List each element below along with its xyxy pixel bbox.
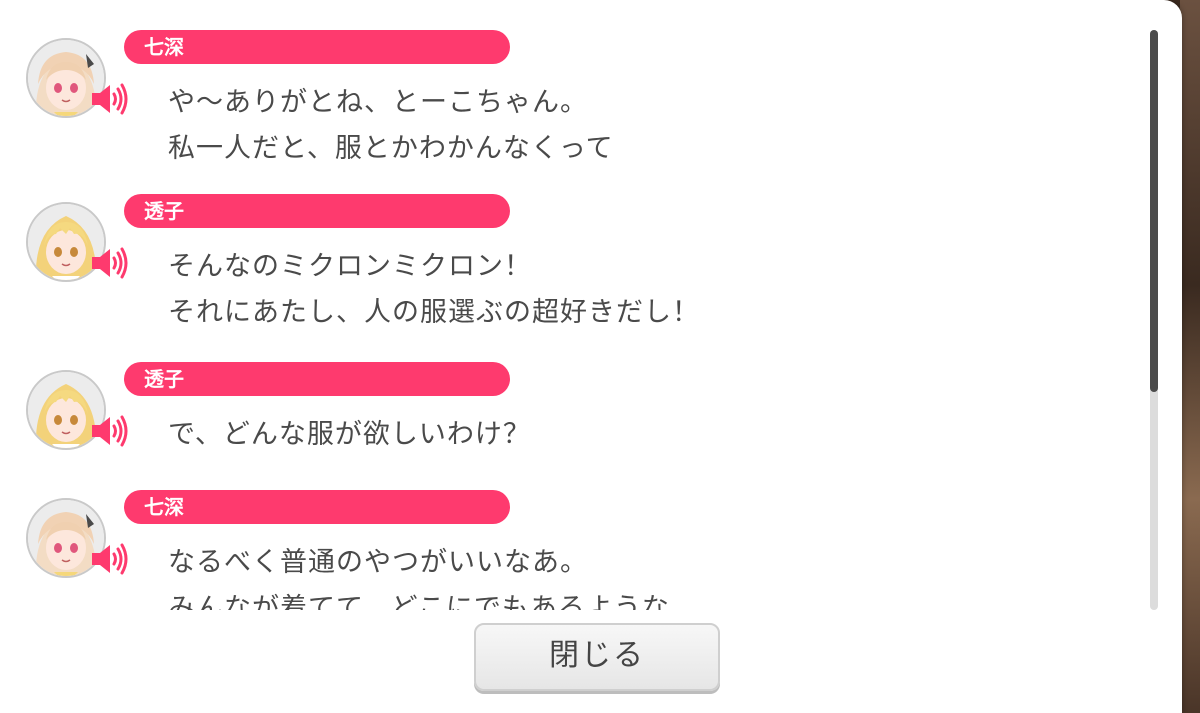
- dialogue-line: それにあたし、人の服選ぶの超好きだし！: [168, 297, 700, 328]
- scrollbar-track[interactable]: [1150, 30, 1158, 610]
- voice-play-icon[interactable]: [90, 246, 128, 280]
- dialogue-line: なるべく普通のやつがいいなあ。: [168, 547, 588, 578]
- backlog-entry: 七深 なるべく普通のやつがいいなあ。 みんなが着てて、どこにでもあるような……: [0, 490, 1140, 610]
- backlog-entry: 透子 そんなのミクロンミクロン！ それにあたし、人の服選ぶの超好きだし！: [0, 194, 1140, 354]
- speaker-name: 透子: [144, 199, 184, 223]
- backlog-panel: 七深 や〜ありがとね、とーこちゃん。 私一人だと、服とかわかんなくって 透子 そ…: [0, 0, 1182, 713]
- voice-play-icon[interactable]: [90, 414, 128, 448]
- dialogue-line: みんなが着てて、どこにでもあるような……: [168, 593, 726, 611]
- speaker-nameplate: 透子: [124, 194, 510, 228]
- close-button[interactable]: 閉じる: [474, 623, 720, 691]
- speaker-nameplate: 七深: [124, 30, 510, 64]
- speaker-name: 七深: [144, 495, 184, 519]
- dialogue-line: そんなのミクロンミクロン！: [168, 251, 532, 282]
- scrollbar-thumb[interactable]: [1150, 30, 1158, 392]
- voice-play-icon[interactable]: [90, 82, 128, 116]
- dialogue-line: 私一人だと、服とかわかんなくって: [168, 133, 614, 164]
- speaker-name: 七深: [144, 35, 184, 59]
- dialogue-line: や〜ありがとね、とーこちゃん。: [168, 87, 588, 118]
- voice-play-icon[interactable]: [90, 542, 128, 576]
- speaker-nameplate: 七深: [124, 490, 510, 524]
- backlog-entry: 七深 や〜ありがとね、とーこちゃん。 私一人だと、服とかわかんなくって: [0, 30, 1140, 190]
- speaker-nameplate: 透子: [124, 362, 510, 396]
- background-scene: [1180, 0, 1200, 713]
- speaker-name: 透子: [144, 367, 184, 391]
- dialogue-line: で、どんな服が欲しいわけ？: [168, 419, 531, 450]
- backlog-list[interactable]: 七深 や〜ありがとね、とーこちゃん。 私一人だと、服とかわかんなくって 透子 そ…: [0, 0, 1150, 610]
